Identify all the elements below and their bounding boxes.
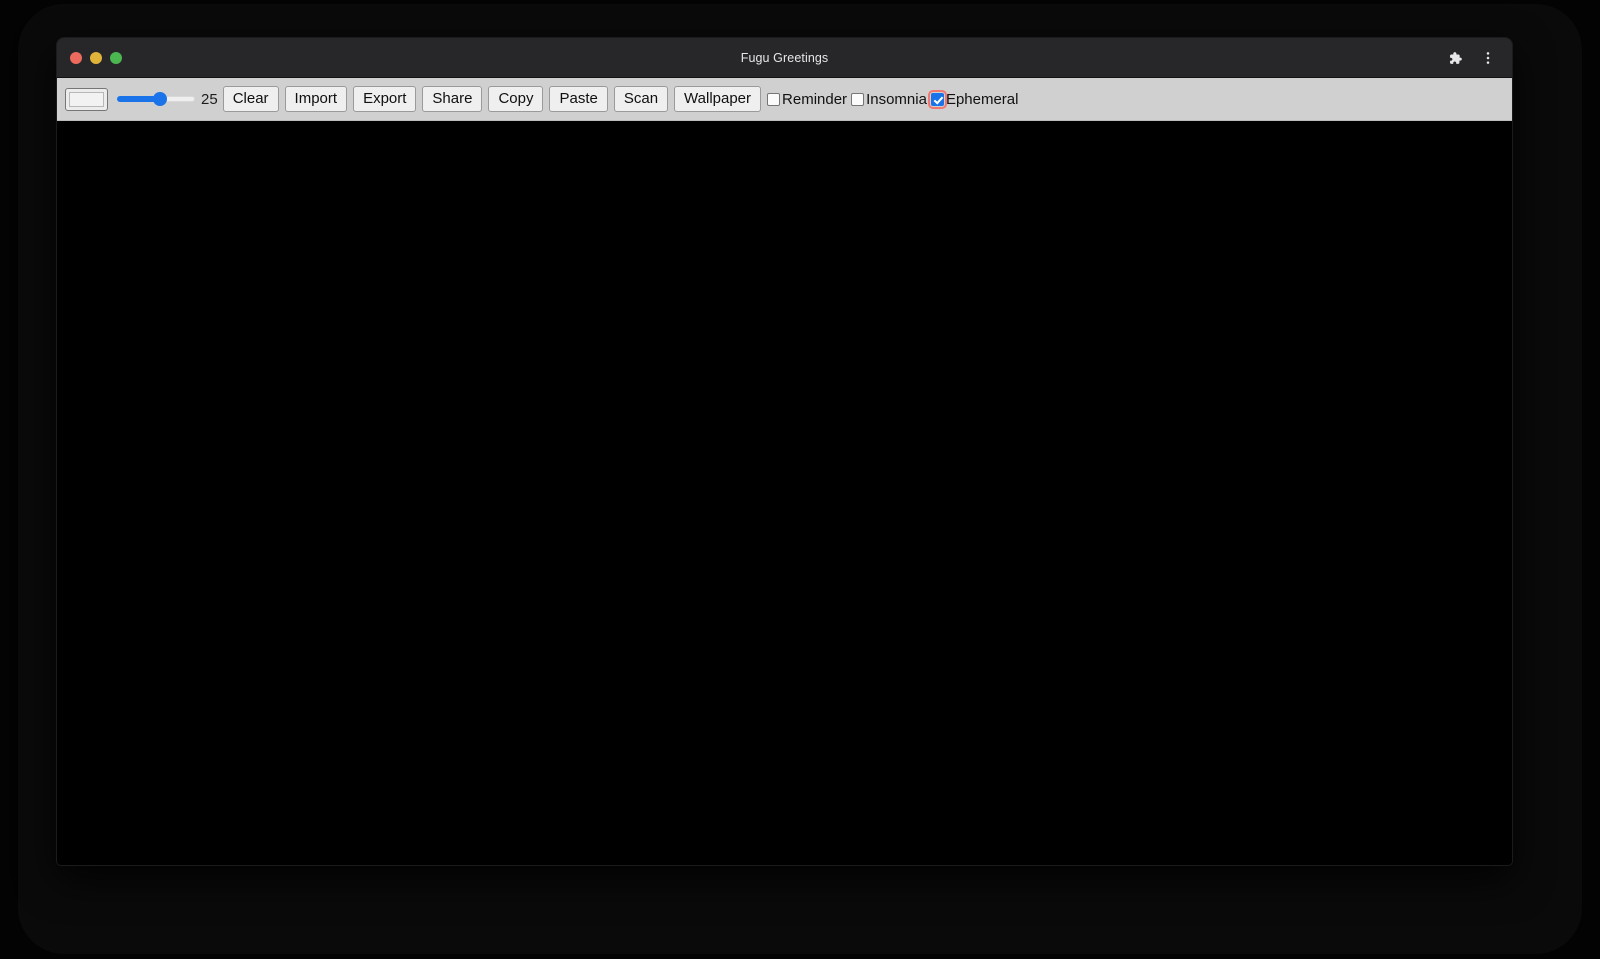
window-titlebar: Fugu Greetings <box>57 38 1512 78</box>
minimize-window-button[interactable] <box>90 51 102 64</box>
browser-window: Fugu Greetings 25 Clear Import Export Sh… <box>57 38 1512 865</box>
close-window-button[interactable] <box>70 51 82 64</box>
extensions-puzzle-icon[interactable] <box>1440 44 1468 72</box>
reminder-checkbox-group[interactable]: Reminder <box>767 92 847 107</box>
insomnia-checkbox-label: Insomnia <box>866 90 927 108</box>
window-title: Fugu Greetings <box>740 50 829 65</box>
ephemeral-checkbox-group[interactable]: Ephemeral <box>927 89 1019 109</box>
slider-value-label: 25 <box>201 90 218 108</box>
clear-button[interactable]: Clear <box>222 85 279 113</box>
wallpaper-button[interactable]: Wallpaper <box>674 85 762 113</box>
traffic-light-controls <box>70 51 122 64</box>
insomnia-checkbox[interactable] <box>851 92 865 106</box>
slider-thumb[interactable] <box>152 92 167 106</box>
drawing-canvas[interactable] <box>57 121 1512 864</box>
color-swatch <box>69 91 104 107</box>
titlebar-actions <box>1440 38 1502 78</box>
reminder-checkbox-label: Reminder <box>782 90 848 108</box>
export-button[interactable]: Export <box>353 85 417 113</box>
color-picker-input[interactable] <box>65 87 108 111</box>
insomnia-checkbox-group[interactable]: Insomnia <box>851 92 927 107</box>
app-toolbar: 25 Clear Import Export Share Copy Paste … <box>57 78 1512 121</box>
desktop-backdrop: Fugu Greetings 25 Clear Import Export Sh… <box>0 0 1600 959</box>
import-button[interactable]: Import <box>284 85 348 113</box>
ephemeral-checkbox[interactable] <box>927 89 947 109</box>
ephemeral-checkbox-label: Ephemeral <box>945 90 1019 108</box>
maximize-window-button[interactable] <box>110 51 122 64</box>
scan-button[interactable]: Scan <box>613 85 669 113</box>
reminder-checkbox[interactable] <box>767 92 781 106</box>
share-button[interactable]: Share <box>422 85 483 113</box>
paste-button[interactable]: Paste <box>549 85 608 113</box>
line-width-slider[interactable] <box>117 89 195 109</box>
more-vertical-menu-icon[interactable] <box>1474 44 1502 72</box>
copy-button[interactable]: Copy <box>488 85 544 113</box>
